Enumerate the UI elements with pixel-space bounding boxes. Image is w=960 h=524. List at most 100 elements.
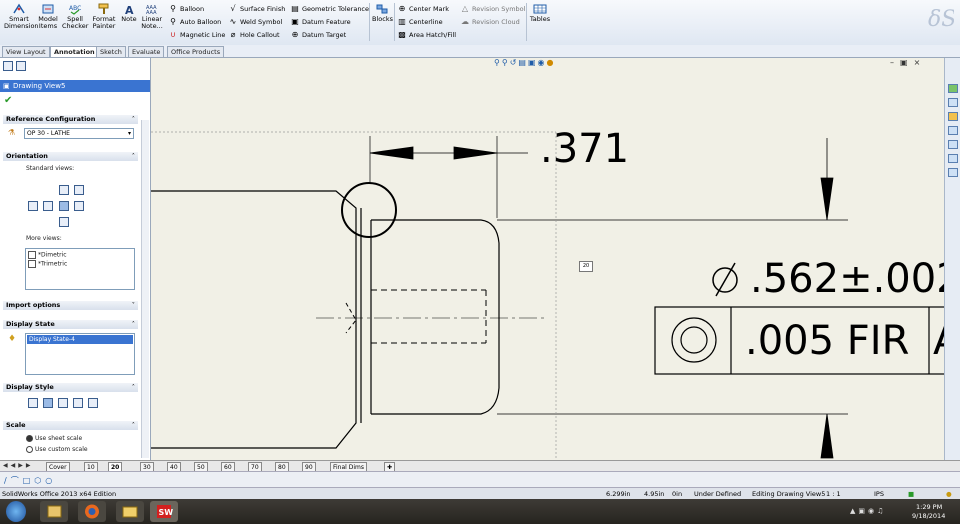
area-hatch-button[interactable]: ▩ Area Hatch/Fill [397, 29, 456, 40]
collapse-icon: ˄ [131, 152, 135, 160]
revision-cloud-label: Revision Cloud [472, 18, 520, 26]
custom-properties-icon[interactable] [948, 154, 958, 163]
clock-time[interactable]: 1:29 PM [916, 503, 942, 511]
checkbox[interactable] [28, 251, 36, 259]
rectangle-tool-icon[interactable]: □ [23, 476, 35, 485]
explorer-taskbar-icon[interactable] [40, 501, 68, 522]
datum-target-button[interactable]: ⊕ Datum Target [290, 29, 347, 40]
sheet-nav-arrows[interactable]: ◀◀▶▶ [3, 462, 33, 469]
display-state-item[interactable]: Display State-4 [27, 335, 133, 344]
ok-checkmark-icon[interactable]: ✔ [4, 95, 12, 106]
hidden-lines-visible-button[interactable] [43, 398, 53, 408]
tab-evaluate[interactable]: Evaluate [128, 46, 165, 57]
bottom-view-button[interactable] [74, 201, 84, 211]
display-state-header[interactable]: Display State ˄ [3, 320, 138, 329]
magnetic-line-label: Magnetic Line [180, 31, 226, 39]
polygon-tool-icon[interactable]: ⬡ [34, 476, 45, 485]
forum-icon[interactable] [948, 168, 958, 177]
top-view-button[interactable] [74, 185, 84, 195]
datum-feature-button[interactable]: ▣ Datum Feature [290, 16, 350, 27]
use-custom-scale-option[interactable]: Use custom scale [26, 446, 88, 453]
orientation-header[interactable]: Orientation ˄ [3, 152, 138, 161]
tables-button[interactable]: Tables [529, 3, 551, 23]
centerline-button[interactable]: ▥ Centerline [397, 16, 442, 27]
appearances-icon[interactable] [948, 140, 958, 149]
right-view-button[interactable] [43, 201, 53, 211]
view-palette-icon[interactable] [948, 126, 958, 135]
revision-symbol-button[interactable]: △ Revision Symbol [460, 3, 526, 14]
isometric-view-button[interactable] [59, 217, 69, 227]
start-button-icon[interactable] [6, 501, 26, 522]
spell-checker-button[interactable]: ABC Spell Checker [62, 3, 88, 30]
smart-dimension-button[interactable]: Smart Dimension [4, 3, 39, 30]
radio-selected[interactable] [26, 435, 33, 442]
balloon-button[interactable]: ⚲ Balloon [168, 3, 204, 14]
weld-symbol-button[interactable]: ∿ Weld Symbol [228, 16, 283, 27]
display-style-title: Display Style [6, 383, 54, 391]
shaded-button[interactable] [88, 398, 98, 408]
arc-tool-icon[interactable]: ⌒ [11, 476, 23, 485]
import-options-header[interactable]: Import options ˅ [3, 301, 138, 310]
firefox-taskbar-icon[interactable] [78, 501, 106, 522]
back-view-button[interactable] [59, 201, 69, 211]
checkbox[interactable] [28, 260, 36, 268]
reference-configuration-header[interactable]: Reference Configuration ˄ [3, 115, 138, 124]
tab-sketch[interactable]: Sketch [96, 46, 126, 57]
area-hatch-label: Area Hatch/Fill [409, 31, 457, 39]
diameter-dimension[interactable]: .562±.002 [750, 259, 960, 299]
more-views-item-dimetric[interactable]: *Dimetric [28, 251, 67, 259]
hole-callout-button[interactable]: ⌀ Hole Callout [228, 29, 280, 40]
tab-office-products[interactable]: Office Products [167, 46, 225, 57]
use-sheet-scale-option[interactable]: Use sheet scale [26, 435, 82, 442]
more-views-item-trimetric[interactable]: *Trimetric [28, 260, 67, 268]
reference-configuration-select[interactable]: OP 30 - LATHE ▾ [24, 128, 134, 139]
tab-annotation[interactable]: Annotation [50, 46, 99, 57]
surface-finish-button[interactable]: √ Surface Finish [228, 3, 285, 14]
design-library-icon[interactable] [948, 98, 958, 107]
hidden-lines-removed-button[interactable] [58, 398, 68, 408]
linear-note-button[interactable]: AAA AAA Linear Note... [140, 3, 164, 30]
view-tag[interactable]: 20 [579, 261, 593, 272]
reference-configuration-value: OP 30 - LATHE [27, 130, 70, 137]
tab-view-layout[interactable]: View Layout [2, 46, 50, 57]
note-button[interactable]: A Note [120, 3, 138, 23]
feature-tree-tab-icon[interactable] [3, 61, 13, 71]
solidworks-resources-icon[interactable] [948, 84, 958, 93]
magnetic-line-button[interactable]: ∪ Magnetic Line [168, 29, 225, 40]
revision-cloud-button[interactable]: ☁ Revision Cloud [460, 16, 520, 27]
auto-balloon-button[interactable]: ⚲ Auto Balloon [168, 16, 221, 27]
file-explorer-icon[interactable] [948, 112, 958, 121]
center-mark-icon: ⊕ [398, 4, 406, 13]
clock-date[interactable]: 9/18/2014 [912, 512, 945, 520]
scale-header[interactable]: Scale ˄ [3, 421, 138, 430]
more-views-list[interactable]: *Dimetric *Trimetric [25, 248, 135, 290]
solidworks-taskbar-icon[interactable]: SW [150, 501, 178, 522]
wireframe-style-button[interactable] [28, 398, 38, 408]
blocks-button[interactable]: Blocks [372, 3, 393, 23]
spell-checker-icon: ABC [69, 5, 81, 15]
front-view-button[interactable] [59, 185, 69, 195]
display-state-list[interactable]: Display State-4 [25, 333, 135, 375]
geometric-tolerance-button[interactable]: ▤ Geometric Tolerance [290, 3, 369, 14]
line-tool-icon[interactable]: ∕ [4, 476, 11, 485]
svg-text:δS: δS [928, 7, 954, 30]
reference-configuration-title: Reference Configuration [6, 115, 96, 123]
format-painter-button[interactable]: Format Painter [90, 3, 118, 30]
note-icon: A [125, 4, 134, 15]
drawing-canvas[interactable]: ⚲⚲↺▤▣◉● –▣× .371 .562±.002 .005 FIR 20 [151, 58, 960, 460]
property-manager-tab-icon[interactable] [16, 61, 26, 71]
panel-scrollbar[interactable] [141, 120, 149, 458]
shaded-with-edges-button[interactable] [73, 398, 83, 408]
circle-tool-icon[interactable]: ○ [45, 476, 56, 485]
folder-taskbar-icon[interactable] [116, 501, 144, 522]
revision-cloud-icon: ☁ [461, 17, 469, 26]
center-mark-button[interactable]: ⊕ Center Mark [397, 3, 449, 14]
format-painter-icon [98, 3, 109, 14]
radio-unselected[interactable] [26, 446, 33, 453]
model-items-button[interactable]: Model Items [36, 3, 60, 30]
model-items-label: Model Items [38, 15, 58, 30]
left-view-button[interactable] [28, 201, 38, 211]
dimension-371[interactable]: .371 [540, 129, 629, 169]
note-label: Note [121, 15, 137, 23]
display-style-header[interactable]: Display Style ˄ [3, 383, 138, 392]
